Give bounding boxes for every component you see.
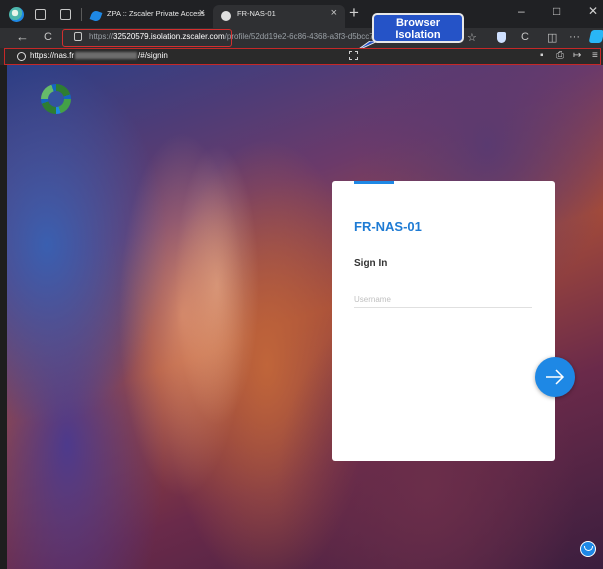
tab-title: ZPA :: Zscaler Private Access [107,9,205,18]
close-window-button[interactable]: ✕ [588,4,598,18]
zscaler-favicon-icon [89,9,103,23]
arrow-right-icon [546,369,565,385]
tab-title: FR-NAS-01 [237,9,276,18]
favorite-star-icon[interactable]: ☆ [467,31,477,44]
assistant-icon[interactable] [580,541,596,557]
minimize-button[interactable]: – [518,4,525,18]
page-background: FR-NAS-01 Sign In [7,65,603,569]
username-input[interactable] [354,291,532,308]
divider [81,8,82,21]
url-path: /profile/52dd19e2-6c86-4368-a3f3-d5bcc70 [224,32,379,41]
browser-logo-icon[interactable] [9,7,24,22]
tab-strip: ZPA :: Zscaler Private Access × FR-NAS-0… [0,0,603,28]
callout-line-1: Browser [395,17,441,29]
nas-logo-icon [41,84,71,114]
tab-fr-nas[interactable]: FR-NAS-01 × [213,5,345,28]
url-highlight-box [62,29,232,47]
browser-isolation-callout: Browser Isolation [372,13,464,43]
tab-actions-icon[interactable] [60,9,71,20]
maximize-button[interactable]: □ [553,4,560,18]
sign-in-heading: Sign In [354,258,388,269]
callout-line-2: Isolation [395,29,441,41]
back-button[interactable]: ← [16,29,29,44]
new-tab-button[interactable]: + [349,3,359,23]
copilot-icon[interactable] [588,30,603,43]
refresh-extension-icon[interactable]: C [521,31,529,43]
tab-zpa[interactable]: ZPA :: Zscaler Private Access × [83,5,213,28]
globe-favicon-icon [221,11,231,21]
split-screen-icon[interactable]: ◫ [547,31,557,44]
tab-close-button[interactable]: × [331,7,337,19]
reload-button[interactable]: C [44,31,52,43]
login-card: FR-NAS-01 Sign In [332,181,555,461]
tab-close-button[interactable]: × [199,7,205,19]
workspaces-icon[interactable] [35,9,46,20]
more-menu-icon[interactable]: ··· [569,31,580,43]
shield-extension-icon[interactable] [497,32,506,43]
login-title: FR-NAS-01 [354,219,422,234]
sign-in-next-button[interactable] [535,357,575,397]
isolation-highlight-box [4,48,601,65]
card-accent-bar [354,181,394,184]
